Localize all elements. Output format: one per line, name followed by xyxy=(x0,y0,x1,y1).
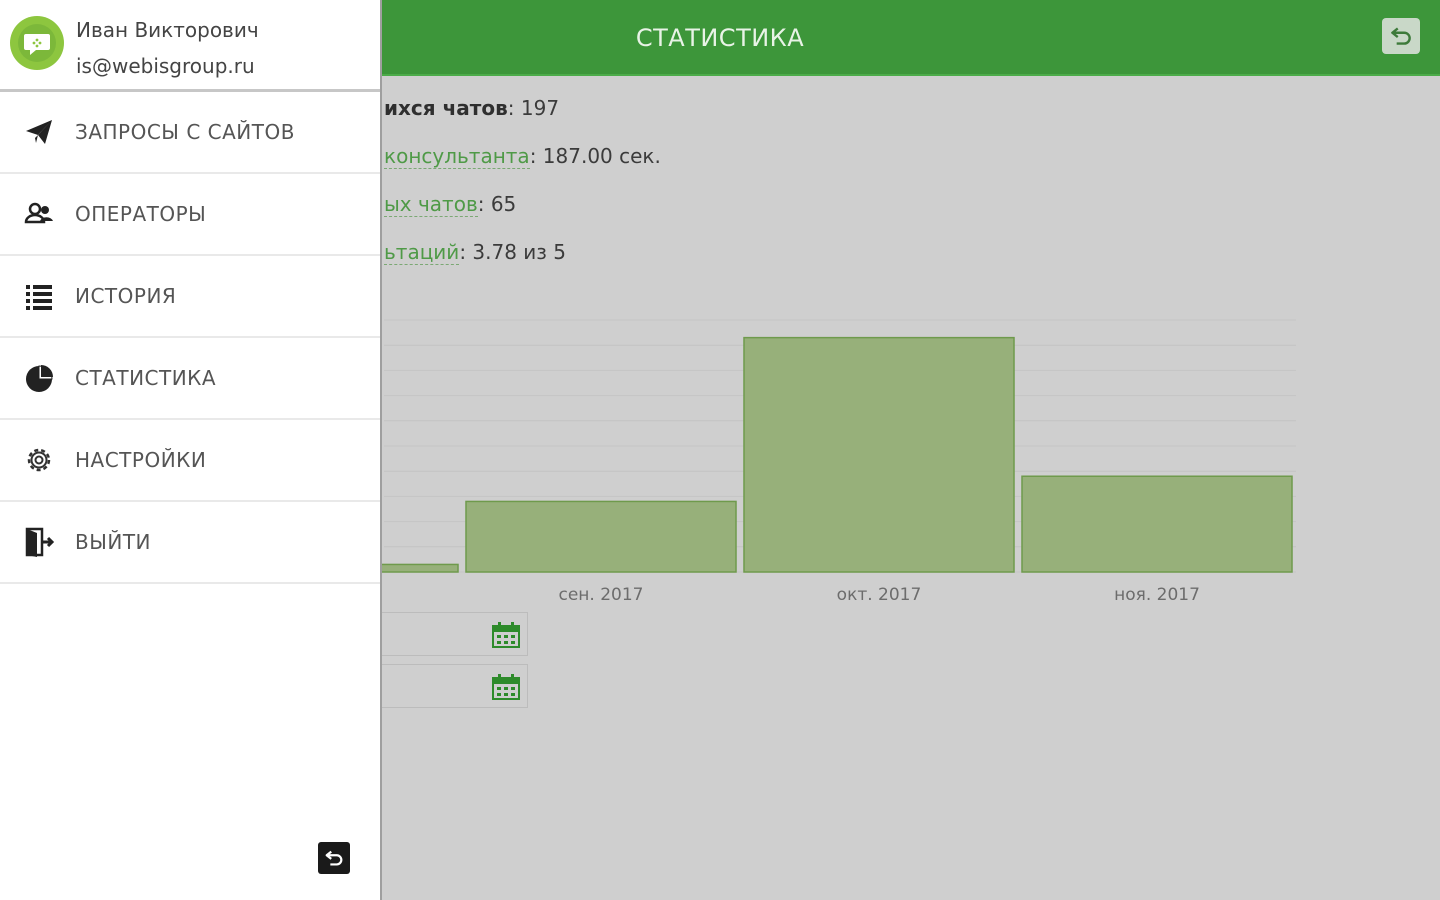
date-from-field[interactable] xyxy=(382,612,528,656)
menu-item-label: НАСТРОЙКИ xyxy=(75,448,207,472)
menu-item-history[interactable]: ИСТОРИЯ xyxy=(0,256,380,338)
menu-item-settings[interactable]: НАСТРОЙКИ xyxy=(0,420,380,502)
users-icon xyxy=(24,202,53,224)
drawer-close-button[interactable] xyxy=(318,842,350,874)
chart-bar xyxy=(1021,475,1293,573)
list-icon xyxy=(26,285,52,310)
menu-item-label: ВЫЙТИ xyxy=(75,530,152,554)
menu-item-site-requests[interactable]: ЗАПРОСЫ С САЙТОВ xyxy=(0,92,380,174)
pie-chart-icon xyxy=(26,365,53,392)
menu-item-logout[interactable]: ВЫЙТИ xyxy=(0,502,380,584)
chat-bubble-icon xyxy=(18,24,56,62)
menu-item-label: ИСТОРИЯ xyxy=(75,284,177,308)
user-email: is@webisgroup.ru xyxy=(76,54,255,78)
calendar-icon[interactable] xyxy=(491,673,521,701)
drawer-header: Иван Викторович is@webisgroup.ru xyxy=(0,0,380,92)
menu-item-statistics[interactable]: СТАТИСТИКА xyxy=(0,338,380,420)
calendar-icon[interactable] xyxy=(491,621,521,649)
undo-icon xyxy=(325,850,343,866)
avatar xyxy=(10,16,64,70)
menu-item-operators[interactable]: ОПЕРАТОРЫ xyxy=(0,174,380,256)
exit-icon xyxy=(25,527,55,557)
chart-bar xyxy=(743,336,1015,573)
gear-icon xyxy=(27,448,51,472)
x-tick-label: сен. 2017 xyxy=(559,585,644,605)
date-to-field[interactable] xyxy=(382,664,528,708)
x-tick-label: ноя. 2017 xyxy=(1114,585,1200,605)
paper-plane-icon xyxy=(26,120,52,144)
x-tick-label: окт. 2017 xyxy=(837,585,922,605)
navigation-drawer: Иван Викторович is@webisgroup.ru ЗАПРОСЫ… xyxy=(0,0,382,900)
menu-item-label: СТАТИСТИКА xyxy=(75,366,217,390)
chart-bar xyxy=(465,500,737,573)
user-name: Иван Викторович xyxy=(76,18,259,42)
menu-item-label: ОПЕРАТОРЫ xyxy=(75,202,207,226)
menu-item-label: ЗАПРОСЫ С САЙТОВ xyxy=(75,120,295,144)
